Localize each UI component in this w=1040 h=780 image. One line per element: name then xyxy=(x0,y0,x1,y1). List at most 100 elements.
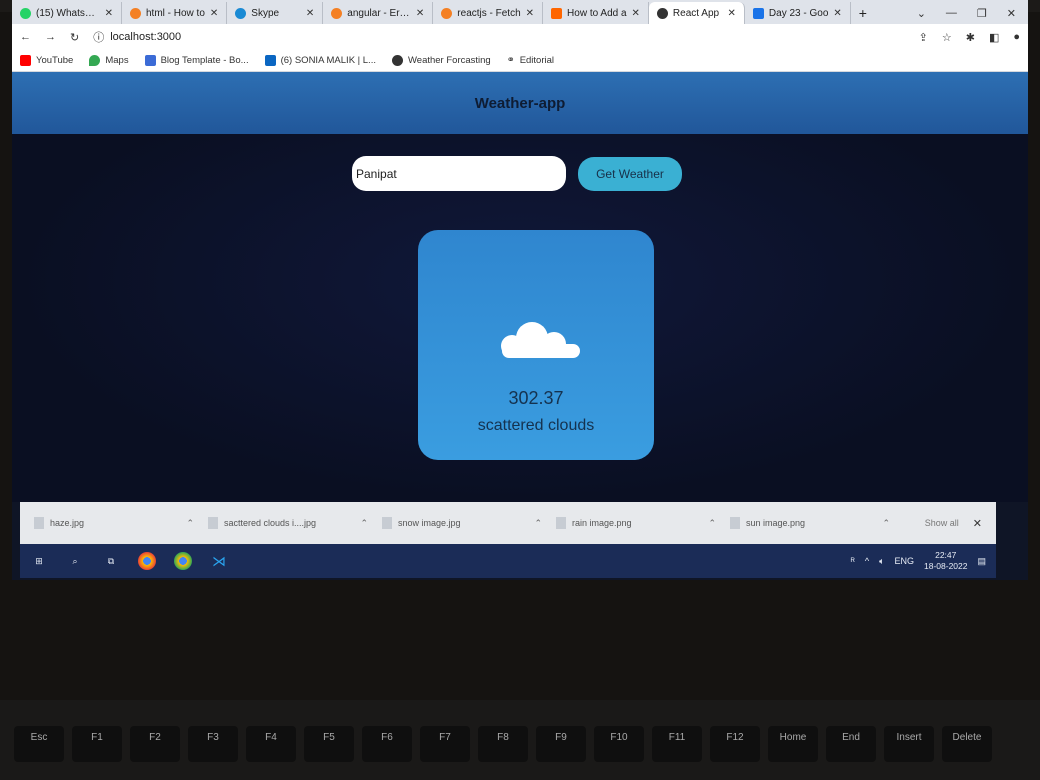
show-all-link[interactable]: Show all xyxy=(925,518,959,528)
toolbar-actions: ⇪ ☆ ✱ ◧ ● xyxy=(919,31,1020,44)
bookmarks-bar: YouTube Maps Blog Template - Bo... (6) S… xyxy=(12,50,1028,72)
volume-icon[interactable]: 🔈︎ xyxy=(879,556,884,567)
chevron-up-icon[interactable]: ⌃ xyxy=(882,518,890,529)
ycombinator-icon xyxy=(551,7,563,19)
tab-title: Day 23 - Goo xyxy=(768,7,829,19)
vscode-icon[interactable]: ⋊ xyxy=(210,552,228,570)
chevron-up-icon[interactable]: ⌃ xyxy=(360,518,368,529)
file-icon xyxy=(382,517,392,529)
back-icon[interactable]: ← xyxy=(20,31,31,43)
youtube-icon xyxy=(20,55,31,66)
whatsapp-icon xyxy=(20,7,31,19)
bookmark-editorial[interactable]: ⚭ Editorial xyxy=(507,55,554,66)
browser-tab[interactable]: Skype ✕ xyxy=(227,2,324,24)
new-tab-button[interactable]: + xyxy=(851,2,875,24)
address-bar[interactable]: ⓘ localhost:3000 xyxy=(93,29,904,45)
download-filename: rain image.png xyxy=(572,518,632,528)
clock[interactable]: 22:47 18-08-2022 xyxy=(924,550,967,572)
browser-tab-active[interactable]: React App ✕ xyxy=(648,2,745,24)
bookmark-linkedin[interactable]: (6) SONIA MALIK | L... xyxy=(264,55,376,66)
bookmark-label: (6) SONIA MALIK | L... xyxy=(280,55,376,66)
bookmark-maps[interactable]: Maps xyxy=(89,55,129,66)
sidepanel-icon[interactable]: ◧ xyxy=(989,31,999,44)
chevron-up-icon[interactable]: ^ xyxy=(865,556,869,566)
close-icon[interactable]: ✕ xyxy=(210,8,218,19)
people-icon[interactable]: ᴿ xyxy=(851,556,855,566)
chevron-up-icon[interactable]: ⌃ xyxy=(534,518,542,529)
close-icon[interactable]: ✕ xyxy=(306,8,314,19)
close-icon[interactable]: ✕ xyxy=(728,8,736,19)
download-item[interactable]: snow image.jpg ⌃ xyxy=(382,517,542,529)
close-icon[interactable]: ✕ xyxy=(632,8,640,19)
browser-tab[interactable]: Day 23 - Goo ✕ xyxy=(745,2,851,24)
tab-title: angular - Error xyxy=(347,7,411,19)
search-icon[interactable]: ⌕ xyxy=(66,552,84,570)
task-view-icon[interactable]: ⧉ xyxy=(102,552,120,570)
browser-tab-strip: (15) WhatsApp ✕ html - How to ✕ Skype ✕ … xyxy=(12,0,1028,24)
get-weather-button[interactable]: Get Weather xyxy=(578,156,682,191)
chrome-icon[interactable] xyxy=(138,552,156,570)
bookmark-weather[interactable]: Weather Forcasting xyxy=(391,55,491,66)
close-window-icon[interactable]: ✕ xyxy=(1007,7,1016,20)
download-item[interactable]: sun image.png ⌃ xyxy=(730,517,890,529)
download-bar: haze.jpg ⌃ sacttered clouds i....jpg ⌃ s… xyxy=(20,502,996,544)
profile-avatar-icon[interactable]: ● xyxy=(1013,31,1020,44)
bookmark-label: Maps xyxy=(105,55,129,66)
browser-tab[interactable]: angular - Error ✕ xyxy=(323,2,434,24)
windows-taskbar: ⊞ ⌕ ⧉ ⋊ ᴿ ^ 🔈︎ ENG 22:47 18-08-2022 ▤ xyxy=(20,544,996,578)
bookmark-star-icon[interactable]: ☆ xyxy=(942,31,952,44)
bookmark-youtube[interactable]: YouTube xyxy=(20,55,73,66)
download-item[interactable]: haze.jpg ⌃ xyxy=(34,517,194,529)
share-icon[interactable]: ⇪ xyxy=(919,31,928,44)
maps-pin-icon xyxy=(89,55,101,66)
tab-title: React App xyxy=(672,7,720,19)
notification-icon[interactable]: ▤ xyxy=(977,556,986,567)
close-icon[interactable]: ✕ xyxy=(526,8,534,19)
forward-icon[interactable]: → xyxy=(45,31,56,43)
keyboard-key: F10 xyxy=(594,726,644,762)
keyboard-key: F6 xyxy=(362,726,412,762)
reload-icon[interactable]: ↻ xyxy=(70,31,79,44)
close-icon[interactable]: ✕ xyxy=(973,517,982,530)
browser-tab[interactable]: (15) WhatsApp ✕ xyxy=(12,2,122,24)
download-item[interactable]: rain image.png ⌃ xyxy=(556,517,716,529)
browser-tab[interactable]: How to Add a ✕ xyxy=(543,2,649,24)
close-icon[interactable]: ✕ xyxy=(416,8,424,19)
download-item[interactable]: sacttered clouds i....jpg ⌃ xyxy=(208,517,368,529)
blogger-icon xyxy=(144,55,156,66)
globe-icon xyxy=(656,7,668,19)
stackoverflow-icon xyxy=(130,7,141,19)
weather-card: 302.37 scattered clouds xyxy=(418,230,654,460)
clock-date: 18-08-2022 xyxy=(924,561,968,571)
keyboard-key: Home xyxy=(768,726,818,762)
city-input[interactable] xyxy=(352,156,566,191)
weather-condition: scattered clouds xyxy=(477,417,595,434)
info-icon[interactable]: ⓘ xyxy=(93,29,104,45)
chevron-up-icon[interactable]: ⌃ xyxy=(186,518,194,529)
close-icon[interactable]: ✕ xyxy=(833,8,841,19)
bookmark-blog-template[interactable]: Blog Template - Bo... xyxy=(144,55,249,66)
bookmark-label: Editorial xyxy=(519,55,555,66)
language-indicator[interactable]: ENG xyxy=(894,556,914,566)
tab-title: reactjs - Fetch xyxy=(457,7,521,19)
windows-start-icon[interactable]: ⊞ xyxy=(30,552,48,570)
download-filename: haze.jpg xyxy=(50,518,85,528)
system-tray: ᴿ ^ 🔈︎ ENG 22:47 18-08-2022 ▤ xyxy=(851,550,986,572)
bookmark-label: Blog Template - Bo... xyxy=(160,55,249,66)
tab-title: (15) WhatsApp xyxy=(36,7,100,19)
temperature-value: 302.37 xyxy=(508,388,564,408)
app-title: Weather-app xyxy=(474,94,566,112)
keyboard-key: F7 xyxy=(420,726,470,762)
window-controls: ⌄ — ❐ ✕ xyxy=(905,2,1028,24)
chevron-down-icon[interactable]: ⌄ xyxy=(917,7,926,20)
chrome-icon[interactable] xyxy=(174,552,192,570)
chevron-up-icon[interactable]: ⌃ xyxy=(708,518,716,529)
minimize-icon[interactable]: — xyxy=(946,7,957,19)
keyboard-key: F4 xyxy=(246,726,296,762)
browser-tab[interactable]: html - How to ✕ xyxy=(122,2,228,24)
restore-icon[interactable]: ❐ xyxy=(977,7,987,20)
file-icon xyxy=(34,517,44,529)
extensions-icon[interactable]: ✱ xyxy=(966,31,975,44)
close-icon[interactable]: ✕ xyxy=(105,8,113,19)
browser-tab[interactable]: reactjs - Fetch ✕ xyxy=(433,2,544,24)
